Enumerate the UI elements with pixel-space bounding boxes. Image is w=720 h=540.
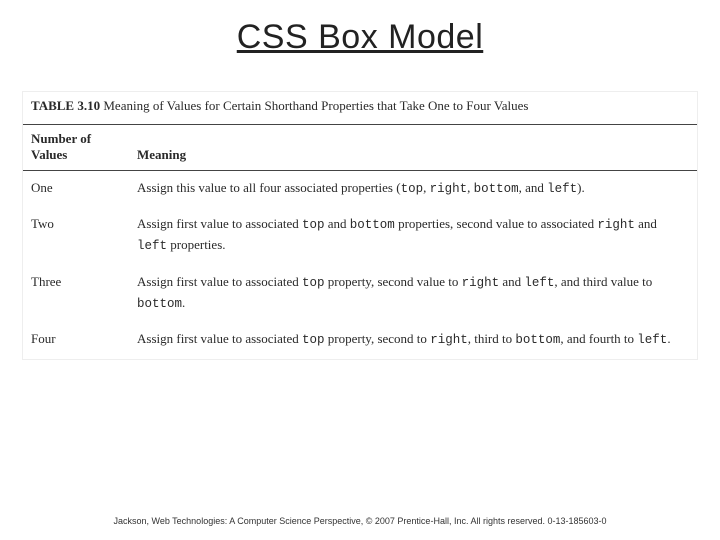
slide: CSS Box Model TABLE 3.10 Meaning of Valu… bbox=[0, 0, 720, 540]
txt: . bbox=[667, 331, 670, 346]
cell-n: Two bbox=[23, 207, 129, 265]
kw-left: left bbox=[137, 239, 167, 253]
kw-left: left bbox=[637, 333, 667, 347]
cell-meaning: Assign first value to associated top and… bbox=[129, 207, 697, 265]
kw-bottom: bottom bbox=[515, 333, 560, 347]
cell-n: Three bbox=[23, 265, 129, 323]
kw-top: top bbox=[302, 218, 325, 232]
table-row: Two Assign first value to associated top… bbox=[23, 207, 697, 265]
page-title: CSS Box Model bbox=[0, 0, 720, 57]
table-header-row: Number of Values Meaning bbox=[23, 125, 697, 171]
txt: , third to bbox=[468, 331, 516, 346]
th-line2: Values bbox=[31, 147, 67, 162]
kw-left: left bbox=[547, 182, 577, 196]
txt: , and bbox=[519, 180, 548, 195]
cell-meaning: Assign first value to associated top pro… bbox=[129, 322, 697, 359]
footer-citation: Jackson, Web Technologies: A Computer Sc… bbox=[0, 516, 720, 526]
kw-bottom: bottom bbox=[350, 218, 395, 232]
txt: and bbox=[499, 274, 524, 289]
th-number-of-values: Number of Values bbox=[23, 125, 129, 171]
table-caption: TABLE 3.10 Meaning of Values for Certain… bbox=[23, 92, 697, 124]
txt: properties, second value to associated bbox=[395, 216, 598, 231]
table-caption-text-val: Meaning of Values for Certain Shorthand … bbox=[103, 98, 528, 113]
txt: . bbox=[182, 295, 185, 310]
txt: property, second to bbox=[325, 331, 431, 346]
th-line1: Number of bbox=[31, 131, 91, 146]
kw-bottom: bottom bbox=[137, 297, 182, 311]
kw-top: top bbox=[401, 182, 424, 196]
kw-right: right bbox=[597, 218, 635, 232]
txt: property, second value to bbox=[325, 274, 462, 289]
txt: Assign first value to associated bbox=[137, 331, 302, 346]
table-row: Three Assign first value to associated t… bbox=[23, 265, 697, 323]
txt: and bbox=[635, 216, 657, 231]
kw-left: left bbox=[524, 276, 554, 290]
kw-right: right bbox=[430, 333, 468, 347]
cell-n: One bbox=[23, 170, 129, 207]
shorthand-values-table: Number of Values Meaning One Assign this… bbox=[23, 124, 697, 359]
cell-n: Four bbox=[23, 322, 129, 359]
th-meaning: Meaning bbox=[129, 125, 697, 171]
cell-meaning: Assign first value to associated top pro… bbox=[129, 265, 697, 323]
txt: Assign this value to all four associated… bbox=[137, 180, 401, 195]
txt: ). bbox=[577, 180, 585, 195]
table-row: One Assign this value to all four associ… bbox=[23, 170, 697, 207]
table-excerpt: TABLE 3.10 Meaning of Values for Certain… bbox=[22, 91, 698, 360]
txt: and bbox=[325, 216, 350, 231]
txt: , and fourth to bbox=[560, 331, 637, 346]
table-row: Four Assign first value to associated to… bbox=[23, 322, 697, 359]
kw-top: top bbox=[302, 276, 325, 290]
kw-right: right bbox=[462, 276, 500, 290]
txt: properties. bbox=[167, 237, 225, 252]
kw-right: right bbox=[430, 182, 468, 196]
kw-bottom: bottom bbox=[474, 182, 519, 196]
table-label: TABLE 3.10 bbox=[31, 98, 100, 113]
txt: Assign first value to associated bbox=[137, 216, 302, 231]
txt: , and third value to bbox=[554, 274, 652, 289]
txt: Assign first value to associated bbox=[137, 274, 302, 289]
cell-meaning: Assign this value to all four associated… bbox=[129, 170, 697, 207]
kw-top: top bbox=[302, 333, 325, 347]
